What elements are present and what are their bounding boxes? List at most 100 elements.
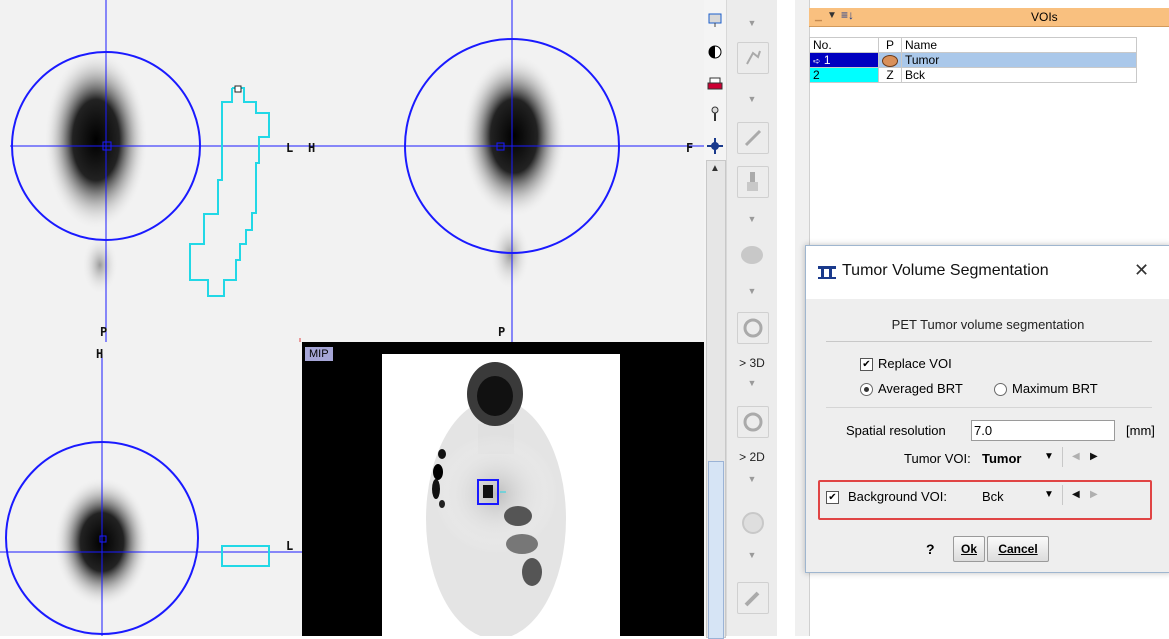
- replace-voi-label: Replace VOI: [878, 356, 952, 371]
- mip-viewport[interactable]: MIP: [302, 342, 704, 636]
- replace-voi-checkbox[interactable]: ✔: [860, 358, 873, 371]
- contour-handle[interactable]: [234, 85, 242, 93]
- layout-icon[interactable]: [707, 12, 723, 28]
- coronal-image: [302, 0, 704, 342]
- background-voi-contour[interactable]: [189, 87, 270, 297]
- contrast-icon[interactable]: [707, 44, 723, 60]
- lesion-uptake: [462, 54, 566, 218]
- orientation-label-bottom: P: [100, 325, 108, 339]
- close-icon[interactable]: ✕: [1134, 260, 1149, 281]
- printer-icon[interactable]: [707, 76, 723, 92]
- to-3d-tool-button[interactable]: [737, 312, 769, 344]
- tumor-segmentation-dialog: Tumor Volume Segmentation ✕ PET Tumor vo…: [805, 245, 1169, 573]
- voi-row-bck[interactable]: 2 Z Bck: [809, 67, 1137, 83]
- pin-icon[interactable]: [707, 106, 723, 122]
- voi-panel-title: VOIs: [1031, 10, 1058, 24]
- previous-voi-arrow-icon[interactable]: ◀: [1072, 489, 1080, 500]
- dialog-title-bar[interactable]: Tumor Volume Segmentation ✕: [806, 246, 1169, 299]
- column-header-no[interactable]: No.: [809, 37, 879, 53]
- background-voi-contour[interactable]: [221, 545, 270, 567]
- contour-edit-icon: [746, 50, 761, 65]
- scroll-thumb[interactable]: [708, 461, 724, 639]
- target-tool-icon[interactable]: [742, 512, 764, 534]
- scroll-up-arrow[interactable]: ▲: [710, 163, 720, 174]
- to-2d-tool-button[interactable]: [737, 406, 769, 438]
- ok-button[interactable]: Ok: [953, 536, 985, 562]
- spatial-resolution-label: Spatial resolution: [846, 423, 946, 438]
- dialog-body: PET Tumor volume segmentation ✔ Replace …: [806, 299, 1169, 572]
- voi-number-cell[interactable]: ➪ 1: [809, 52, 879, 68]
- sagittal-image: [0, 354, 302, 636]
- maximum-brt-radio[interactable]: [994, 383, 1007, 396]
- spatial-resolution-input[interactable]: 7.0: [971, 420, 1115, 441]
- chevron-down-icon[interactable]: ▼: [727, 94, 777, 104]
- segmentation-3d-icon: [743, 318, 763, 338]
- voi-table: No. P Name ➪ 1 Tumor 2 Z Bck: [809, 37, 1137, 83]
- next-voi-arrow-icon[interactable]: ▶: [1090, 489, 1098, 500]
- dialog-title: Tumor Volume Segmentation: [842, 262, 1049, 279]
- coronal-viewport[interactable]: H F P: [302, 0, 704, 342]
- divider: [826, 407, 1152, 408]
- help-button[interactable]: ?: [926, 541, 935, 557]
- voi-row-tumor[interactable]: ➪ 1 Tumor: [809, 52, 1137, 68]
- viewport-toolbar: ▲: [704, 0, 726, 639]
- cancel-button[interactable]: Cancel: [987, 536, 1049, 562]
- sort-list-icon[interactable]: ≡↓: [841, 8, 854, 22]
- orientation-label-top: H: [96, 347, 104, 361]
- sagittal-viewport[interactable]: H L: [0, 342, 302, 636]
- slice-scrollbar[interactable]: ▲: [706, 160, 726, 639]
- chevron-down-icon[interactable]: ▼: [727, 214, 777, 224]
- pencil-tool-button[interactable]: [737, 122, 769, 154]
- column-header-p[interactable]: P: [878, 37, 902, 53]
- voi-property-cell[interactable]: Z: [878, 67, 902, 83]
- background-voi-select[interactable]: Bck: [982, 489, 1004, 504]
- next-voi-arrow-icon[interactable]: ▶: [1090, 451, 1098, 462]
- mip-heart: [504, 506, 532, 526]
- ellipse-tool-icon[interactable]: [741, 246, 763, 264]
- pmod-app-icon: [818, 266, 836, 279]
- segmentation-2d-icon: [743, 412, 763, 432]
- crosshair-tool-icon[interactable]: [707, 138, 723, 154]
- spatial-resolution-unit: [mm]: [1126, 423, 1155, 438]
- mip-image: [382, 354, 620, 636]
- voi-shape-icon: [882, 54, 898, 67]
- chevron-down-icon[interactable]: ▼: [1044, 489, 1054, 500]
- chevron-down-icon[interactable]: ▼: [827, 10, 837, 21]
- orientation-label-right: L: [286, 141, 294, 155]
- previous-voi-arrow-icon[interactable]: ◀: [1072, 451, 1080, 462]
- background-voi-checkbox[interactable]: ✔: [826, 491, 839, 504]
- transverse-image: [10, 0, 302, 342]
- lesion-uptake: [44, 50, 148, 230]
- voi-edit-tool-button[interactable]: [737, 42, 769, 74]
- voi-number-cell[interactable]: 2: [809, 67, 879, 83]
- chevron-down-icon[interactable]: ▼: [727, 474, 777, 484]
- tumor-voi-label: Tumor VOI:: [904, 451, 971, 466]
- tumor-voi-select[interactable]: Tumor: [982, 451, 1021, 466]
- chevron-down-icon[interactable]: ▼: [1044, 451, 1054, 462]
- chevron-down-icon[interactable]: ▼: [727, 550, 777, 560]
- averaged-brt-label: Averaged BRT: [878, 381, 963, 396]
- maximum-brt-label: Maximum BRT: [1012, 381, 1098, 396]
- background-voi-label: Background VOI:: [848, 489, 947, 504]
- orientation-label-left: H: [308, 141, 316, 155]
- averaged-brt-radio[interactable]: [860, 383, 873, 396]
- divider: [826, 341, 1152, 342]
- chevron-down-icon[interactable]: ▼: [727, 378, 777, 388]
- voi-property-cell[interactable]: [878, 52, 902, 68]
- chevron-down-icon[interactable]: ▼: [727, 286, 777, 296]
- brush-tool-button[interactable]: [737, 166, 769, 198]
- voi-name-cell[interactable]: Bck: [901, 67, 1137, 83]
- voi-name-cell[interactable]: Tumor: [901, 52, 1137, 68]
- orientation-label-right: F: [686, 141, 694, 155]
- brush-icon: [747, 172, 758, 191]
- minimize-icon[interactable]: ▁: [815, 11, 822, 22]
- column-header-name[interactable]: Name: [901, 37, 1137, 53]
- eraser-tool-button[interactable]: [737, 582, 769, 614]
- chevron-down-icon[interactable]: ▼: [727, 18, 777, 28]
- transverse-viewport[interactable]: L P: [0, 0, 302, 342]
- voi-tool-strip: ▼ ▼ ▼ ▼ > 3D ▼ > 2D ▼ ▼: [726, 0, 777, 636]
- current-voi-arrow-icon: ➪: [813, 56, 821, 66]
- voi-table-header: No. P Name: [809, 37, 1137, 53]
- section-title: PET Tumor volume segmentation: [891, 317, 1085, 332]
- to-2d-label: > 2D: [739, 450, 765, 464]
